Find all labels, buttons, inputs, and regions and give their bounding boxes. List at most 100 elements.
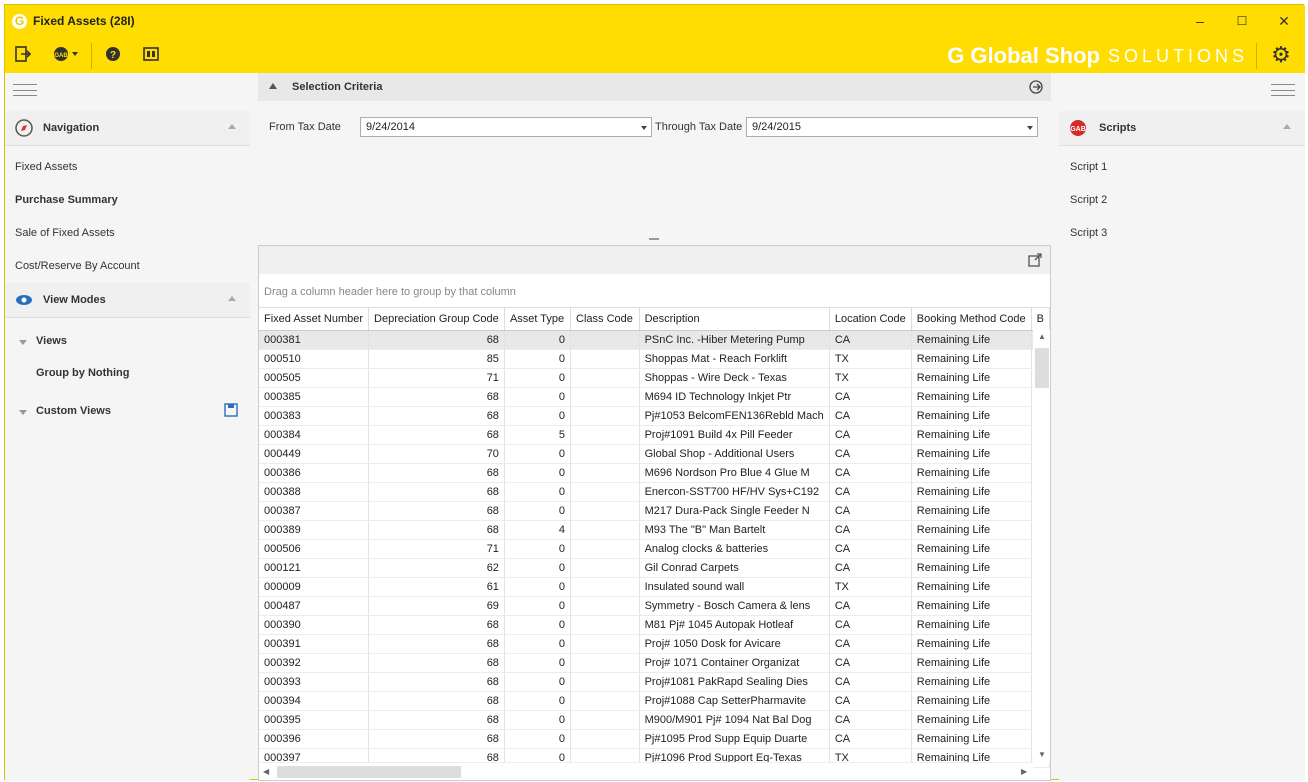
- table-cell[interactable]: 0: [504, 691, 572, 711]
- table-cell[interactable]: 0: [504, 463, 572, 483]
- horizontal-scroll-thumb[interactable]: [277, 766, 461, 778]
- chevron-down-icon[interactable]: [641, 126, 647, 130]
- table-cell[interactable]: 68: [368, 387, 505, 407]
- table-cell[interactable]: Remaining Life: [911, 691, 1032, 711]
- vertical-scroll-thumb[interactable]: [1035, 348, 1049, 388]
- table-cell[interactable]: 000394: [259, 691, 370, 711]
- table-cell[interactable]: 4: [504, 520, 572, 540]
- table-cell[interactable]: M900/M901 Pj# 1094 Nat Bal Dog: [639, 710, 830, 730]
- table-cell[interactable]: 000393: [259, 672, 370, 692]
- table-cell[interactable]: 000510: [259, 349, 370, 369]
- scripts-header[interactable]: GAB Scripts: [1059, 111, 1305, 146]
- table-row[interactable]: 000395 68 0 M900/M901 Pj# 1094 Nat Bal Dog C…: [259, 710, 1051, 730]
- table-cell[interactable]: 000449: [259, 444, 370, 464]
- table-cell[interactable]: Remaining Life: [911, 482, 1032, 502]
- table-cell[interactable]: PSnC Inc. -Hiber Metering Pump: [639, 330, 830, 350]
- table-cell[interactable]: Proj#1091 Build 4x Pill Feeder: [639, 425, 830, 445]
- table-cell[interactable]: 000390: [259, 615, 370, 635]
- table-cell[interactable]: 68: [368, 615, 505, 635]
- table-cell[interactable]: TX: [829, 349, 912, 369]
- table-cell[interactable]: Remaining Life: [911, 596, 1032, 616]
- table-cell[interactable]: M217 Dura-Pack Single Feeder N: [639, 501, 830, 521]
- column-header[interactable]: B: [1031, 308, 1051, 331]
- scroll-down-icon[interactable]: ▼: [1038, 750, 1046, 759]
- exit-icon[interactable]: [14, 46, 32, 64]
- table-cell[interactable]: 000387: [259, 501, 370, 521]
- table-cell[interactable]: [570, 577, 640, 597]
- table-cell[interactable]: Remaining Life: [911, 520, 1032, 540]
- table-cell[interactable]: CA: [829, 653, 912, 673]
- table-cell[interactable]: Remaining Life: [911, 558, 1032, 578]
- table-cell[interactable]: Remaining Life: [911, 387, 1032, 407]
- table-cell[interactable]: Proj# 1050 Dosk for Avicare: [639, 634, 830, 654]
- table-row[interactable]: 000391 68 0 Proj# 1050 Dosk for Avicare CA Re…: [259, 634, 1051, 654]
- table-cell[interactable]: 0: [504, 482, 572, 502]
- table-cell[interactable]: Shoppas Mat - Reach Forklift: [639, 349, 830, 369]
- through-tax-date-field[interactable]: 9/24/2015: [746, 117, 1038, 137]
- scroll-right-icon[interactable]: ▶: [1021, 767, 1027, 776]
- table-cell[interactable]: [570, 444, 640, 464]
- table-row[interactable]: 000396 68 0 Pj#1095 Prod Supp Equip Duarte C…: [259, 729, 1051, 749]
- criteria-export-icon[interactable]: [1029, 80, 1043, 94]
- table-cell[interactable]: CA: [829, 482, 912, 502]
- table-cell[interactable]: [570, 672, 640, 692]
- table-cell[interactable]: [570, 539, 640, 559]
- layout-icon[interactable]: [142, 46, 160, 64]
- table-cell[interactable]: 68: [368, 634, 505, 654]
- table-cell[interactable]: Proj#1081 PakRapd Sealing Dies: [639, 672, 830, 692]
- table-cell[interactable]: Remaining Life: [911, 672, 1032, 692]
- collapse-navigation-icon[interactable]: [228, 124, 236, 129]
- table-cell[interactable]: 0: [504, 672, 572, 692]
- table-cell[interactable]: 68: [368, 691, 505, 711]
- table-cell[interactable]: [570, 691, 640, 711]
- chevron-down-icon[interactable]: [1027, 126, 1033, 130]
- right-panel-menu-icon[interactable]: [1271, 84, 1295, 96]
- table-row[interactable]: 000510 85 0 Shoppas Mat - Reach Forklift TX R…: [259, 349, 1051, 369]
- table-cell[interactable]: 000009: [259, 577, 370, 597]
- save-view-icon[interactable]: [224, 403, 238, 417]
- table-cell[interactable]: [570, 368, 640, 388]
- table-cell[interactable]: 0: [504, 634, 572, 654]
- table-cell[interactable]: Remaining Life: [911, 539, 1032, 559]
- table-cell[interactable]: CA: [829, 444, 912, 464]
- table-cell[interactable]: 000392: [259, 653, 370, 673]
- table-cell[interactable]: CA: [829, 501, 912, 521]
- close-button[interactable]: ✕: [1269, 11, 1299, 31]
- table-cell[interactable]: 68: [368, 520, 505, 540]
- table-cell[interactable]: Insulated sound wall: [639, 577, 830, 597]
- table-row[interactable]: 000385 68 0 M694 ID Technology Inkjet Ptr CA…: [259, 387, 1051, 407]
- table-cell[interactable]: CA: [829, 463, 912, 483]
- left-panel-menu-icon[interactable]: [13, 84, 37, 96]
- table-cell[interactable]: 0: [504, 406, 572, 426]
- table-cell[interactable]: Remaining Life: [911, 406, 1032, 426]
- table-row[interactable]: 000505 71 0 Shoppas - Wire Deck - Texas TX Re…: [259, 368, 1051, 388]
- table-row[interactable]: 000389 68 4 M93 The "B" Man Bartelt CA Remain…: [259, 520, 1051, 540]
- column-header[interactable]: Depreciation Group Code: [368, 308, 505, 331]
- table-cell[interactable]: Proj# 1071 Container Organizat: [639, 653, 830, 673]
- table-cell[interactable]: 000386: [259, 463, 370, 483]
- table-cell[interactable]: TX: [829, 368, 912, 388]
- navigation-header[interactable]: Navigation: [5, 111, 250, 146]
- from-tax-date-field[interactable]: 9/24/2014: [360, 117, 652, 137]
- table-cell[interactable]: Remaining Life: [911, 501, 1032, 521]
- table-cell[interactable]: [570, 558, 640, 578]
- collapse-view-modes-icon[interactable]: [228, 296, 236, 301]
- table-cell[interactable]: Remaining Life: [911, 710, 1032, 730]
- table-cell[interactable]: Gil Conrad Carpets: [639, 558, 830, 578]
- table-cell[interactable]: 68: [368, 653, 505, 673]
- table-cell[interactable]: 70: [368, 444, 505, 464]
- table-cell[interactable]: Global Shop - Additional Users: [639, 444, 830, 464]
- table-cell[interactable]: Remaining Life: [911, 330, 1032, 350]
- table-cell[interactable]: 61: [368, 577, 505, 597]
- table-cell[interactable]: CA: [829, 596, 912, 616]
- table-cell[interactable]: Remaining Life: [911, 653, 1032, 673]
- table-cell[interactable]: [570, 653, 640, 673]
- table-cell[interactable]: CA: [829, 710, 912, 730]
- table-cell[interactable]: CA: [829, 672, 912, 692]
- table-cell[interactable]: M81 Pj# 1045 Autopak Hotleaf: [639, 615, 830, 635]
- table-cell[interactable]: 68: [368, 710, 505, 730]
- table-row[interactable]: 000387 68 0 M217 Dura-Pack Single Feeder NC…: [259, 501, 1051, 521]
- table-cell[interactable]: M694 ID Technology Inkjet Ptr: [639, 387, 830, 407]
- scroll-up-icon[interactable]: ▲: [1038, 332, 1046, 341]
- table-cell[interactable]: 000389: [259, 520, 370, 540]
